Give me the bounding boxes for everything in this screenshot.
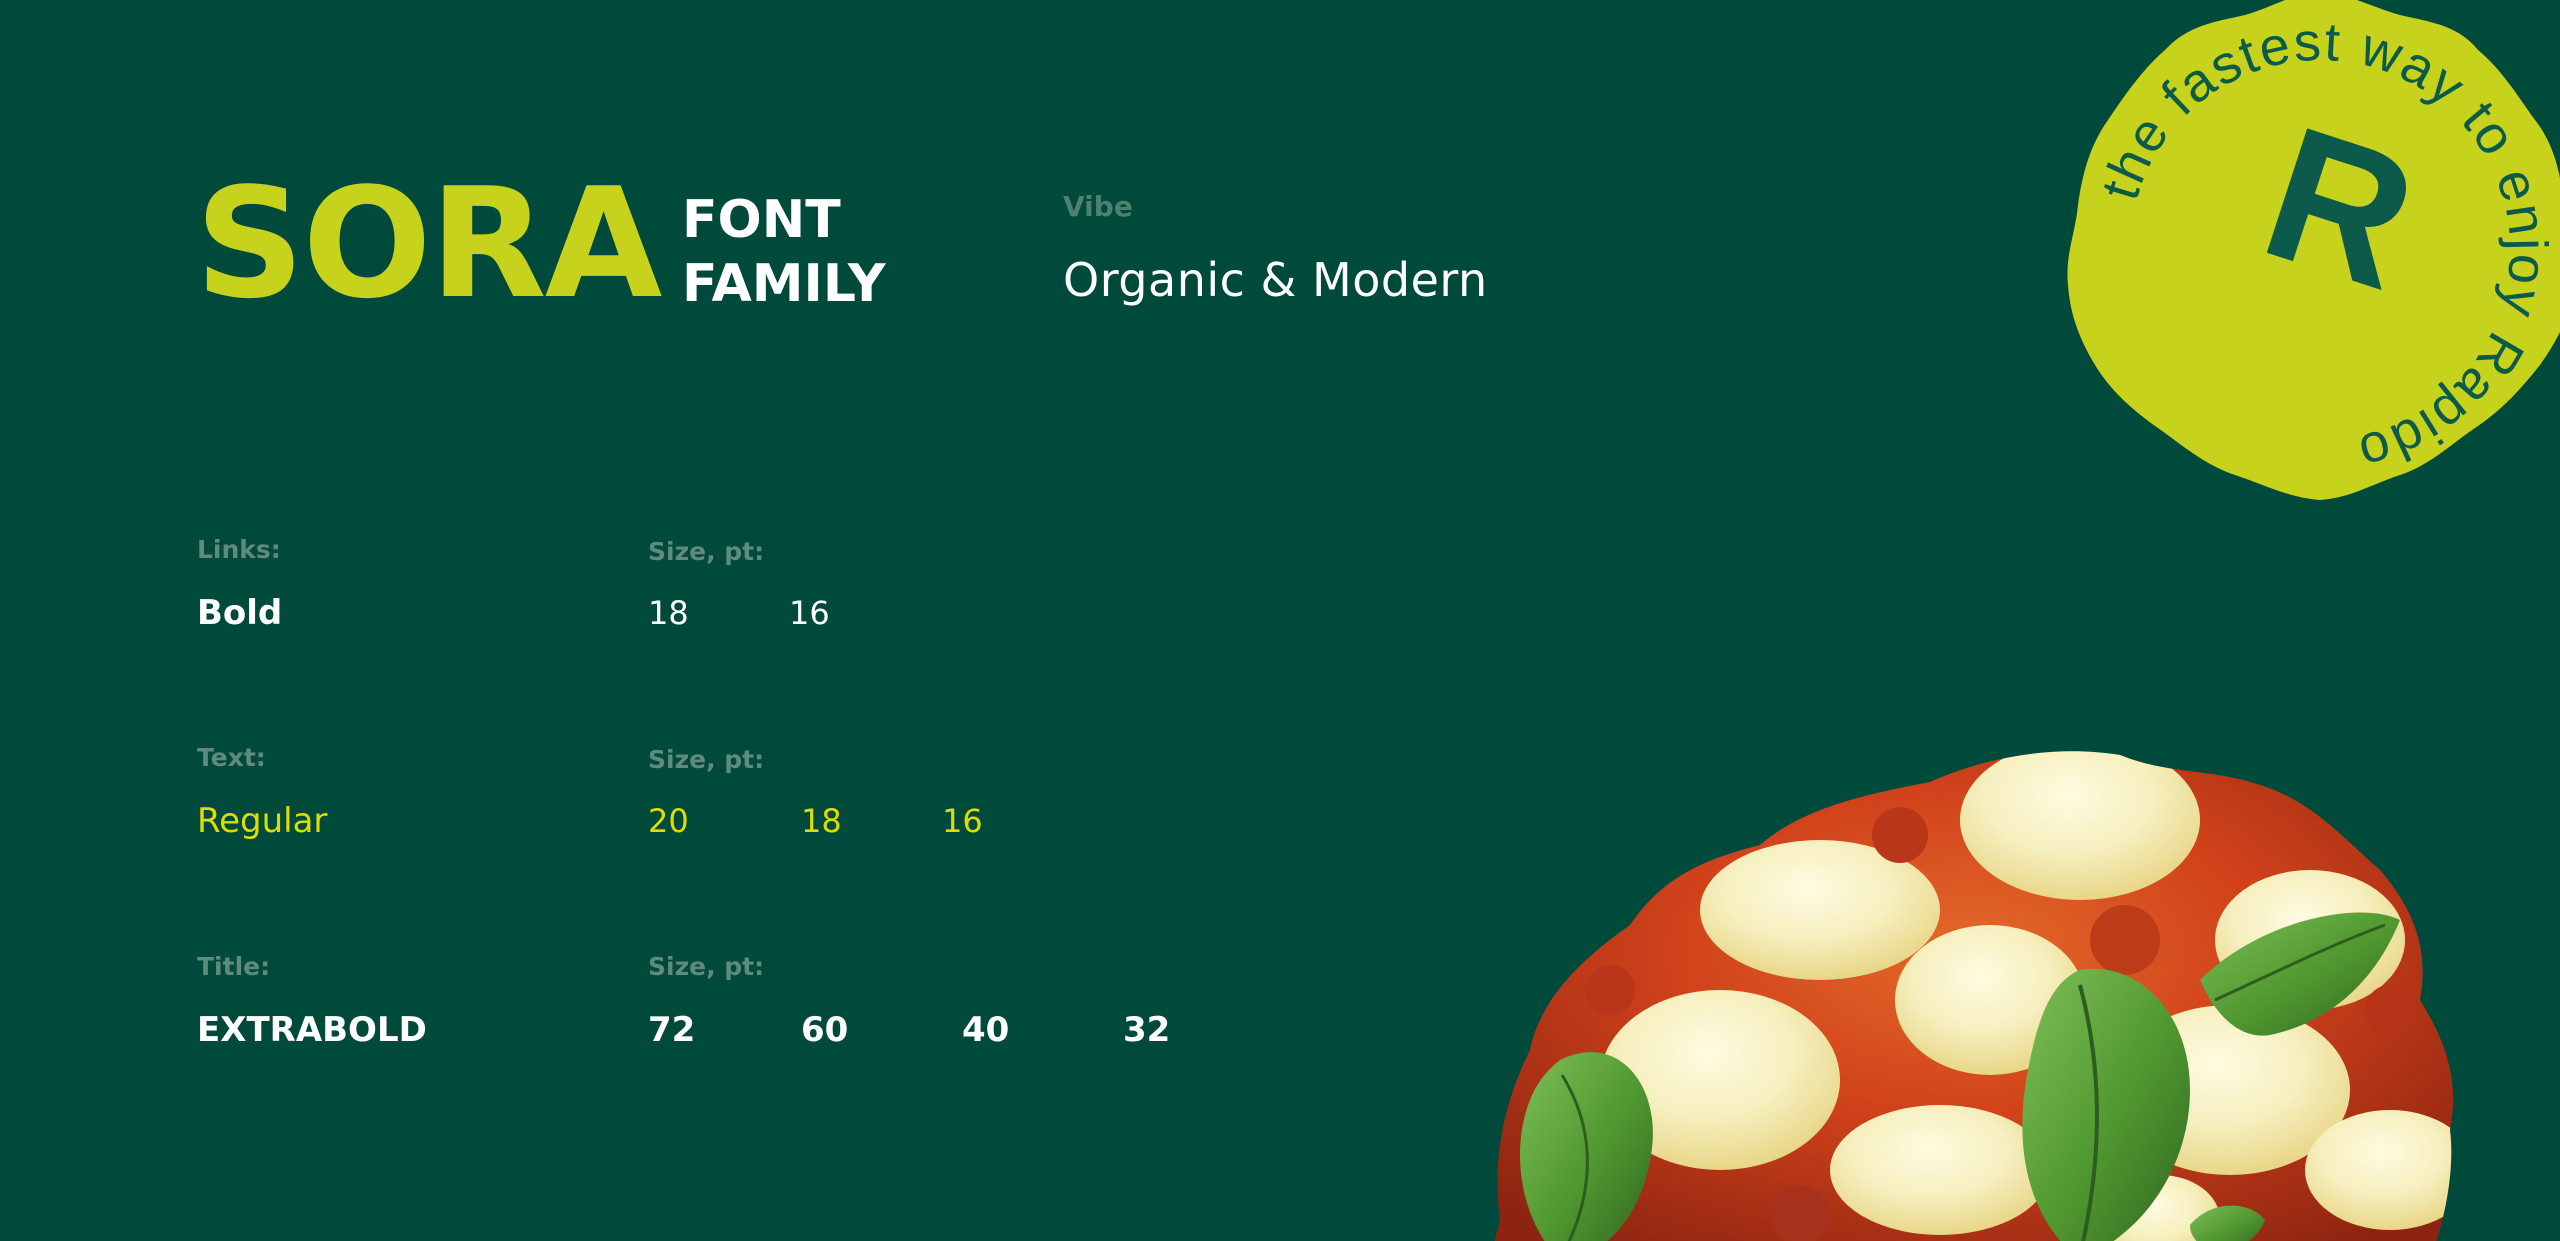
links-weight: Bold: [197, 593, 283, 633]
title-size-60: 60: [801, 1010, 849, 1050]
title-label: Title:: [197, 952, 271, 981]
badge-seal: the fastest way to enjoy Rapido R: [2067, 0, 2560, 500]
title-size-40: 40: [962, 1010, 1010, 1050]
pizza-illustration: [1490, 751, 2454, 1241]
title-size-72: 72: [648, 1010, 696, 1050]
text-size-16: 16: [942, 802, 983, 840]
text-label: Text:: [197, 743, 266, 772]
vibe-value: Organic & Modern: [1063, 253, 1488, 307]
rapido-badge: the fastest way to enjoy Rapido R: [2040, 0, 2560, 530]
text-size-label: Size, pt:: [648, 745, 765, 774]
vibe-label: Vibe: [1063, 190, 1133, 223]
links-size-label: Size, pt:: [648, 537, 765, 566]
text-size-20: 20: [648, 802, 689, 840]
font-family-line-2: FAMILY: [682, 254, 886, 314]
title-size-label: Size, pt:: [648, 952, 765, 981]
text-size-18: 18: [801, 802, 842, 840]
links-size-18: 18: [648, 594, 689, 632]
title-weight: EXTRABOLD: [197, 1010, 427, 1050]
links-size-16: 16: [789, 594, 830, 632]
font-family-line-1: FONT: [682, 190, 841, 250]
font-family-heading: FONT FAMILY: [682, 188, 886, 316]
links-label: Links:: [197, 535, 281, 564]
font-name-title: SORA: [195, 155, 662, 332]
title-size-32: 32: [1123, 1010, 1171, 1050]
pizza-image: [1470, 700, 2470, 1241]
text-weight: Regular: [197, 801, 328, 841]
